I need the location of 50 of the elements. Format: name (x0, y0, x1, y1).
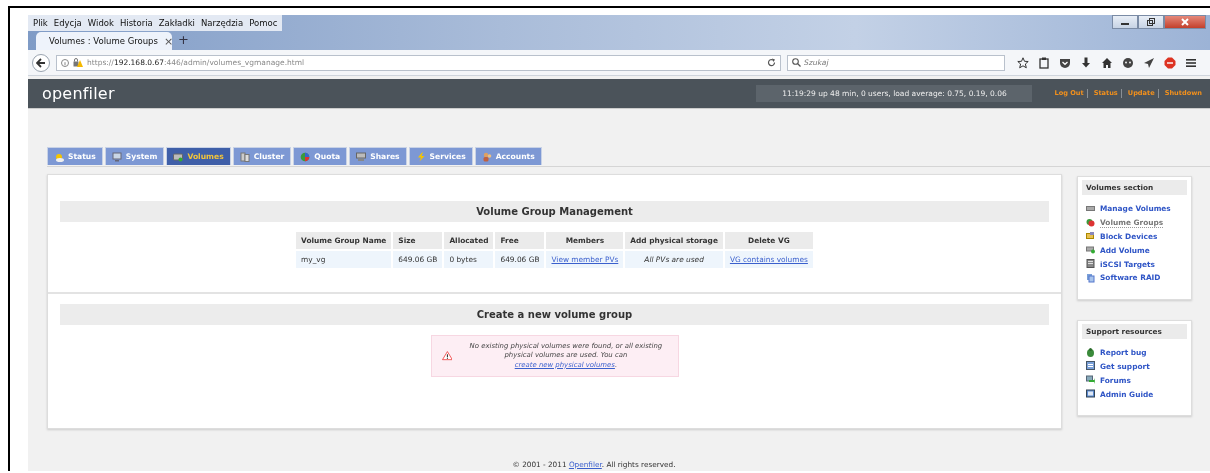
send-icon[interactable] (1143, 56, 1155, 69)
pocket-icon[interactable] (1059, 56, 1071, 69)
clipboard-icon[interactable] (1038, 56, 1050, 69)
restore-button[interactable] (1138, 15, 1164, 29)
monitor-icon (111, 151, 122, 162)
menu-icon[interactable] (1185, 56, 1197, 69)
search-icon (792, 58, 801, 67)
reload-icon (767, 58, 776, 67)
close-tab-button[interactable]: × (163, 34, 174, 48)
lightning-icon (415, 151, 426, 162)
pie-chart-icon (300, 151, 311, 162)
lock-warning-icon (73, 58, 83, 67)
adblock-icon[interactable] (1164, 56, 1176, 69)
users-icon (481, 151, 492, 162)
close-button[interactable] (1164, 15, 1206, 29)
menu-item[interactable]: Zakładki (158, 18, 195, 28)
server-icon (1086, 259, 1095, 270)
back-button[interactable] (32, 53, 50, 72)
info-icon (61, 58, 69, 67)
storage-icon (356, 151, 367, 162)
restore-icon (1147, 18, 1155, 26)
new-tab-button[interactable]: + (178, 32, 189, 47)
section-heading: Volume Group Management (60, 201, 1049, 222)
minimize-button[interactable] (1112, 15, 1138, 29)
drive-icon (1086, 245, 1095, 256)
menu-item[interactable]: Pomoc (249, 18, 278, 28)
download-icon[interactable] (1080, 56, 1092, 69)
chat-icon[interactable] (1122, 56, 1134, 69)
spheres-icon (1086, 217, 1095, 228)
bug-icon (1086, 347, 1095, 358)
section-heading: Create a new volume group (60, 304, 1049, 325)
browser-tab[interactable]: Volumes : Volume Groups × (36, 32, 172, 50)
menu-item[interactable]: Narzędzia (201, 18, 244, 28)
folder-icon (1086, 231, 1095, 242)
tab-title: Volumes : Volume Groups (49, 36, 158, 46)
menu-item[interactable]: Widok (87, 18, 114, 28)
star-icon[interactable] (1017, 56, 1029, 69)
close-icon (1181, 18, 1189, 26)
menu-item[interactable]: Plik (33, 18, 48, 28)
menu-item[interactable]: Edycja (53, 18, 82, 28)
book-icon (1086, 389, 1095, 400)
menu-item[interactable]: Historia (119, 18, 153, 28)
drive-icon (173, 151, 184, 162)
sun-cloud-icon (54, 151, 64, 162)
home-icon[interactable] (1101, 56, 1113, 69)
back-arrow-icon (36, 57, 46, 68)
server-icon (239, 151, 250, 162)
logo[interactable]: openfiler (42, 84, 115, 103)
pages-icon (1086, 272, 1095, 283)
document-icon (1086, 361, 1095, 372)
